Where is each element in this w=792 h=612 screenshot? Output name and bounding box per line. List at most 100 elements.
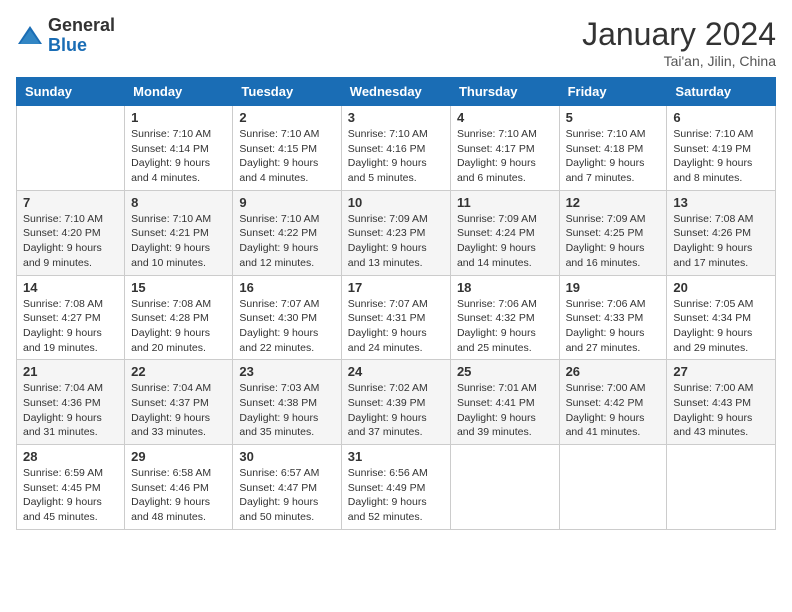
day-cell: 15Sunrise: 7:08 AMSunset: 4:28 PMDayligh… <box>125 275 233 360</box>
day-info: Sunrise: 7:09 AMSunset: 4:25 PMDaylight:… <box>566 212 661 271</box>
weekday-header-sunday: Sunday <box>17 78 125 106</box>
day-number: 9 <box>239 195 334 210</box>
weekday-header-tuesday: Tuesday <box>233 78 341 106</box>
day-cell: 17Sunrise: 7:07 AMSunset: 4:31 PMDayligh… <box>341 275 450 360</box>
day-number: 16 <box>239 280 334 295</box>
day-info: Sunrise: 7:01 AMSunset: 4:41 PMDaylight:… <box>457 381 553 440</box>
day-number: 8 <box>131 195 226 210</box>
day-cell <box>17 106 125 191</box>
day-info: Sunrise: 7:05 AMSunset: 4:34 PMDaylight:… <box>673 297 769 356</box>
day-cell: 20 Sunrise: 7:05 AMSunset: 4:34 PMDayligh… <box>667 275 776 360</box>
week-row-4: 21 Sunrise: 7:04 AMSunset: 4:36 PMDayligh… <box>17 360 776 445</box>
day-info: Sunrise: 7:06 AMSunset: 4:32 PMDaylight:… <box>457 297 553 356</box>
day-info: Sunrise: 7:10 AMSunset: 4:19 PMDaylight:… <box>673 127 769 186</box>
weekday-header-thursday: Thursday <box>450 78 559 106</box>
day-info: Sunrise: 7:02 AMSunset: 4:39 PMDaylight:… <box>348 381 444 440</box>
day-cell: 7 Sunrise: 7:10 AMSunset: 4:20 PMDaylight… <box>17 190 125 275</box>
day-number: 21 <box>23 364 118 379</box>
day-number: 11 <box>457 195 553 210</box>
week-row-5: 28 Sunrise: 6:59 AMSunset: 4:45 PMDayligh… <box>17 445 776 530</box>
day-cell: 26 Sunrise: 7:00 AMSunset: 4:42 PMDayligh… <box>559 360 667 445</box>
day-cell: 6 Sunrise: 7:10 AMSunset: 4:19 PMDaylight… <box>667 106 776 191</box>
day-cell: 14 Sunrise: 7:08 AMSunset: 4:27 PMDayligh… <box>17 275 125 360</box>
day-info: Sunrise: 7:07 AMSunset: 4:30 PMDaylight:… <box>239 297 334 356</box>
day-cell: 27Sunrise: 7:00 AMSunset: 4:43 PMDayligh… <box>667 360 776 445</box>
day-number: 30 <box>239 449 334 464</box>
day-cell: 13Sunrise: 7:08 AMSunset: 4:26 PMDayligh… <box>667 190 776 275</box>
day-number: 6 <box>673 110 769 125</box>
day-info: Sunrise: 7:10 AMSunset: 4:20 PMDaylight:… <box>23 212 118 271</box>
day-cell: 22Sunrise: 7:04 AMSunset: 4:37 PMDayligh… <box>125 360 233 445</box>
day-cell: 16 Sunrise: 7:07 AMSunset: 4:30 PMDayligh… <box>233 275 341 360</box>
day-cell: 4 Sunrise: 7:10 AMSunset: 4:17 PMDaylight… <box>450 106 559 191</box>
day-number: 28 <box>23 449 118 464</box>
calendar-table: SundayMondayTuesdayWednesdayThursdayFrid… <box>16 77 776 530</box>
day-number: 5 <box>566 110 661 125</box>
day-info: Sunrise: 7:00 AMSunset: 4:43 PMDaylight:… <box>673 381 769 440</box>
day-cell: 24 Sunrise: 7:02 AMSunset: 4:39 PMDayligh… <box>341 360 450 445</box>
day-number: 19 <box>566 280 661 295</box>
day-info: Sunrise: 7:10 AMSunset: 4:22 PMDaylight:… <box>239 212 334 271</box>
day-info: Sunrise: 7:10 AMSunset: 4:16 PMDaylight:… <box>348 127 444 186</box>
day-info: Sunrise: 7:10 AMSunset: 4:15 PMDaylight:… <box>239 127 334 186</box>
day-number: 1 <box>131 110 226 125</box>
logo-blue: Blue <box>48 36 115 56</box>
day-cell: 8 Sunrise: 7:10 AMSunset: 4:21 PMDaylight… <box>125 190 233 275</box>
day-info: Sunrise: 6:59 AMSunset: 4:45 PMDaylight:… <box>23 466 118 525</box>
day-info: Sunrise: 7:08 AMSunset: 4:28 PMDaylight:… <box>131 297 226 356</box>
day-number: 13 <box>673 195 769 210</box>
logo-text: General Blue <box>48 16 115 56</box>
day-info: Sunrise: 6:57 AMSunset: 4:47 PMDaylight:… <box>239 466 334 525</box>
day-info: Sunrise: 7:10 AMSunset: 4:18 PMDaylight:… <box>566 127 661 186</box>
day-info: Sunrise: 7:00 AMSunset: 4:42 PMDaylight:… <box>566 381 661 440</box>
day-cell: 19 Sunrise: 7:06 AMSunset: 4:33 PMDayligh… <box>559 275 667 360</box>
weekday-header-friday: Friday <box>559 78 667 106</box>
day-cell: 3Sunrise: 7:10 AMSunset: 4:16 PMDaylight… <box>341 106 450 191</box>
day-cell: 12 Sunrise: 7:09 AMSunset: 4:25 PMDayligh… <box>559 190 667 275</box>
day-cell: 18Sunrise: 7:06 AMSunset: 4:32 PMDayligh… <box>450 275 559 360</box>
day-cell: 11 Sunrise: 7:09 AMSunset: 4:24 PMDayligh… <box>450 190 559 275</box>
day-info: Sunrise: 7:10 AMSunset: 4:21 PMDaylight:… <box>131 212 226 271</box>
day-info: Sunrise: 7:10 AMSunset: 4:17 PMDaylight:… <box>457 127 553 186</box>
location: Tai'an, Jilin, China <box>582 53 776 69</box>
day-info: Sunrise: 6:56 AMSunset: 4:49 PMDaylight:… <box>348 466 444 525</box>
day-number: 10 <box>348 195 444 210</box>
day-info: Sunrise: 7:09 AMSunset: 4:23 PMDaylight:… <box>348 212 444 271</box>
day-cell: 5 Sunrise: 7:10 AMSunset: 4:18 PMDaylight… <box>559 106 667 191</box>
day-number: 2 <box>239 110 334 125</box>
day-number: 14 <box>23 280 118 295</box>
day-number: 23 <box>239 364 334 379</box>
day-cell: 9 Sunrise: 7:10 AMSunset: 4:22 PMDaylight… <box>233 190 341 275</box>
title-block: January 2024 Tai'an, Jilin, China <box>582 16 776 69</box>
day-cell <box>559 445 667 530</box>
week-row-2: 7 Sunrise: 7:10 AMSunset: 4:20 PMDaylight… <box>17 190 776 275</box>
day-number: 20 <box>673 280 769 295</box>
weekday-header-wednesday: Wednesday <box>341 78 450 106</box>
day-cell: 28 Sunrise: 6:59 AMSunset: 4:45 PMDayligh… <box>17 445 125 530</box>
day-info: Sunrise: 7:04 AMSunset: 4:36 PMDaylight:… <box>23 381 118 440</box>
weekday-header-monday: Monday <box>125 78 233 106</box>
day-info: Sunrise: 7:04 AMSunset: 4:37 PMDaylight:… <box>131 381 226 440</box>
day-cell: 23Sunrise: 7:03 AMSunset: 4:38 PMDayligh… <box>233 360 341 445</box>
day-info: Sunrise: 7:08 AMSunset: 4:27 PMDaylight:… <box>23 297 118 356</box>
week-row-1: 1 Sunrise: 7:10 AMSunset: 4:14 PMDaylight… <box>17 106 776 191</box>
day-cell: 21 Sunrise: 7:04 AMSunset: 4:36 PMDayligh… <box>17 360 125 445</box>
day-number: 26 <box>566 364 661 379</box>
day-number: 12 <box>566 195 661 210</box>
day-info: Sunrise: 7:09 AMSunset: 4:24 PMDaylight:… <box>457 212 553 271</box>
day-number: 24 <box>348 364 444 379</box>
weekday-header-saturday: Saturday <box>667 78 776 106</box>
day-info: Sunrise: 7:10 AMSunset: 4:14 PMDaylight:… <box>131 127 226 186</box>
day-cell: 29Sunrise: 6:58 AMSunset: 4:46 PMDayligh… <box>125 445 233 530</box>
day-number: 4 <box>457 110 553 125</box>
day-cell <box>450 445 559 530</box>
day-number: 29 <box>131 449 226 464</box>
day-number: 7 <box>23 195 118 210</box>
day-info: Sunrise: 7:06 AMSunset: 4:33 PMDaylight:… <box>566 297 661 356</box>
page-header: General Blue January 2024 Tai'an, Jilin,… <box>16 16 776 69</box>
week-row-3: 14 Sunrise: 7:08 AMSunset: 4:27 PMDayligh… <box>17 275 776 360</box>
day-info: Sunrise: 7:07 AMSunset: 4:31 PMDaylight:… <box>348 297 444 356</box>
day-cell: 31 Sunrise: 6:56 AMSunset: 4:49 PMDayligh… <box>341 445 450 530</box>
logo-icon <box>16 22 44 50</box>
day-number: 31 <box>348 449 444 464</box>
